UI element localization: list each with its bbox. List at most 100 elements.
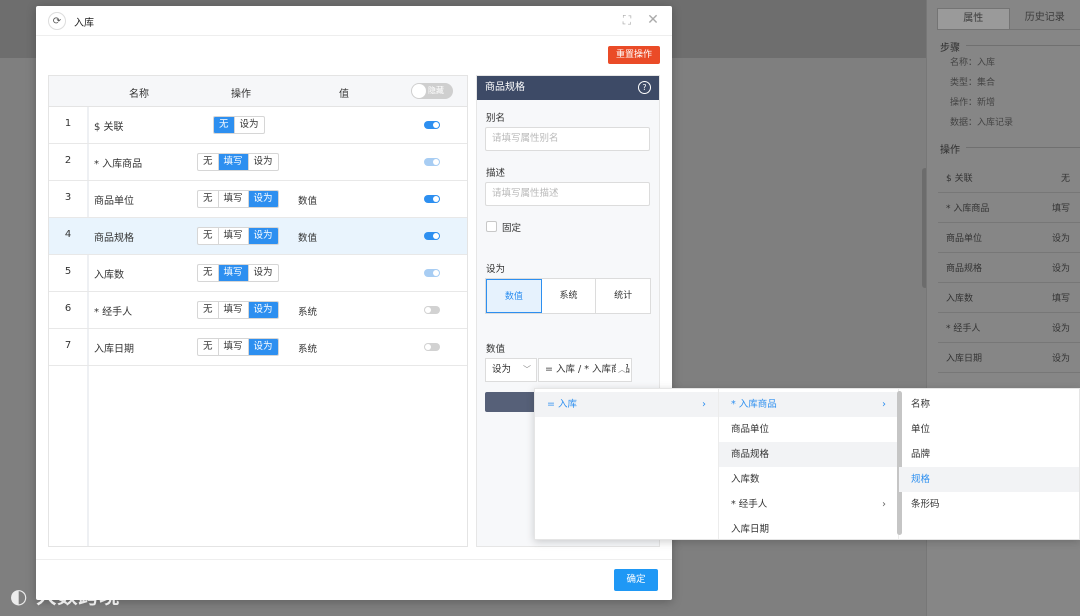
option-none[interactable]: 无: [214, 117, 235, 133]
option-fill[interactable]: 填写: [218, 265, 249, 281]
cascader-item[interactable]: 单位: [899, 417, 1079, 442]
mode-statistics[interactable]: 统计: [596, 279, 650, 313]
ops-row: 商品单位 设为: [938, 223, 1080, 253]
row-toggle[interactable]: [424, 195, 440, 203]
value-mode-select[interactable]: 设为 ﹀: [485, 358, 537, 382]
ops-list: $ 关联无 * 入库商品 填写 商品单位 设为 商品规格 设为 入库数 填写 * 经手人…: [938, 163, 1080, 373]
option-fill[interactable]: 填写: [219, 228, 249, 244]
cascader-column-1: = 入库 ›: [535, 389, 719, 539]
option-set[interactable]: 设为: [249, 265, 278, 281]
cascader-item[interactable]: 规格: [899, 467, 1079, 492]
header-operation: 操作: [231, 89, 251, 100]
cascader-item[interactable]: 商品规格: [719, 442, 898, 467]
option-fill[interactable]: 填写: [219, 302, 249, 318]
footer-divider: [36, 559, 672, 560]
watermark-logo-icon: ◐: [10, 584, 29, 608]
steps-info: 名称：入库 类型：集合 操作：新增 数据：入库记录: [950, 58, 1014, 128]
option-none[interactable]: 无: [198, 154, 219, 170]
cascader-item[interactable]: 名称: [899, 392, 1079, 417]
tab-properties[interactable]: 属性: [937, 8, 1010, 29]
option-set[interactable]: 设为: [248, 191, 278, 207]
row-toggle[interactable]: [424, 306, 440, 314]
reset-button[interactable]: 重置操作: [608, 46, 660, 64]
mode-system[interactable]: 系统: [542, 279, 597, 313]
row-value: 数值: [298, 196, 318, 207]
table-row-selected[interactable]: 4 商品规格 无 填写 设为 数值: [49, 218, 467, 255]
row-value: 系统: [298, 344, 318, 355]
close-icon[interactable]: ✕: [646, 12, 660, 28]
row-value: 数值: [298, 233, 318, 244]
option-none[interactable]: 无: [198, 228, 219, 244]
chevron-right-icon: ›: [702, 399, 706, 410]
help-icon[interactable]: ?: [638, 81, 651, 94]
mode-segment: 数值 系统 统计: [485, 278, 651, 314]
option-fill[interactable]: 填写: [219, 191, 249, 207]
option-set[interactable]: 设为: [248, 228, 278, 244]
table-row: 5 入库数 无 填写 设为: [49, 255, 467, 292]
header-name: 名称: [129, 89, 149, 100]
table-row: 2 * 入库商品 无 填写 设为: [49, 144, 467, 181]
option-none[interactable]: 无: [198, 302, 219, 318]
background-tabs: 属性 历史记录: [937, 8, 1080, 30]
operation-segment: 无 填写 设为: [197, 264, 279, 282]
option-set[interactable]: 设为: [235, 117, 264, 133]
cascader-item[interactable]: = 入库 ›: [535, 392, 718, 417]
operation-segment: 无 填写 设为: [197, 190, 279, 208]
chevron-right-icon: ›: [882, 499, 886, 510]
mode-value[interactable]: 数值: [486, 279, 542, 313]
option-none[interactable]: 无: [198, 191, 219, 207]
option-set[interactable]: 设为: [249, 154, 278, 170]
cascader-item[interactable]: 入库数: [719, 467, 898, 492]
ops-section-title: 操作: [940, 141, 1080, 156]
option-none[interactable]: 无: [198, 339, 219, 355]
cascader-item[interactable]: 商品单位: [719, 417, 898, 442]
chevron-right-icon: ›: [882, 399, 886, 410]
toggle-knob: [412, 84, 426, 98]
value-path-select[interactable]: = 入库 / * 入库商品 ︿: [538, 358, 632, 382]
option-set[interactable]: 设为: [248, 339, 278, 355]
panel-header: 商品规格 ?: [477, 76, 659, 100]
operation-segment: 无 填写 设为: [197, 227, 279, 245]
cascader-item[interactable]: 入库日期: [719, 517, 898, 542]
row-toggle[interactable]: [424, 232, 440, 240]
fields-table: 名称 操作 值 隐藏 1 $ 关联 无 设为 2 * 入库商品 无 填写 设为 …: [48, 75, 468, 547]
expand-icon[interactable]: ⛶: [620, 13, 634, 27]
confirm-button[interactable]: 确定: [614, 569, 658, 591]
row-toggle[interactable]: [424, 158, 440, 166]
hide-toggle[interactable]: 隐藏: [411, 83, 453, 99]
cascader-item[interactable]: 条形码: [899, 492, 1079, 517]
row-value: 系统: [298, 307, 318, 318]
description-input[interactable]: 请填写属性描述: [485, 182, 650, 206]
modal-header: ⟳ 入库 ⛶ ✕: [36, 6, 672, 36]
ops-row: * 经手人 设为: [938, 313, 1080, 343]
ops-row: * 入库商品 填写: [938, 193, 1080, 223]
chevron-down-icon: ﹀: [523, 365, 531, 374]
ops-row: 入库日期 设为: [938, 343, 1080, 373]
ops-row: $ 关联无: [938, 163, 1080, 193]
fixed-label: 固定: [502, 223, 522, 234]
table-header: 名称 操作 值 隐藏: [49, 76, 467, 107]
ops-row: 入库数 填写: [938, 283, 1080, 313]
fixed-checkbox[interactable]: [486, 221, 497, 232]
operation-segment: 无 填写 设为: [197, 338, 279, 356]
tab-history[interactable]: 历史记录: [1010, 8, 1080, 29]
cascader-item[interactable]: * 入库商品 ›: [719, 392, 898, 417]
row-toggle[interactable]: [424, 343, 440, 351]
option-fill[interactable]: 填写: [219, 339, 249, 355]
header-value: 值: [339, 89, 349, 100]
alias-input[interactable]: 请填写属性别名: [485, 127, 650, 151]
description-label: 描述: [486, 168, 506, 179]
panel-title: 商品规格: [485, 82, 525, 93]
cascader-item[interactable]: 品牌: [899, 442, 1079, 467]
operation-segment: 无 填写 设为: [197, 153, 279, 171]
table-row: 6 * 经手人 无 填写 设为 系统: [49, 292, 467, 329]
row-toggle[interactable]: [424, 269, 440, 277]
refresh-icon[interactable]: ⟳: [48, 12, 66, 30]
option-set[interactable]: 设为: [248, 302, 278, 318]
value-label: 数值: [486, 344, 506, 355]
table-row: 7 入库日期 无 填写 设为 系统: [49, 329, 467, 366]
cascader-item[interactable]: * 经手人 ›: [719, 492, 898, 517]
option-fill[interactable]: 填写: [218, 154, 249, 170]
row-toggle[interactable]: [424, 121, 440, 129]
option-none[interactable]: 无: [198, 265, 219, 281]
